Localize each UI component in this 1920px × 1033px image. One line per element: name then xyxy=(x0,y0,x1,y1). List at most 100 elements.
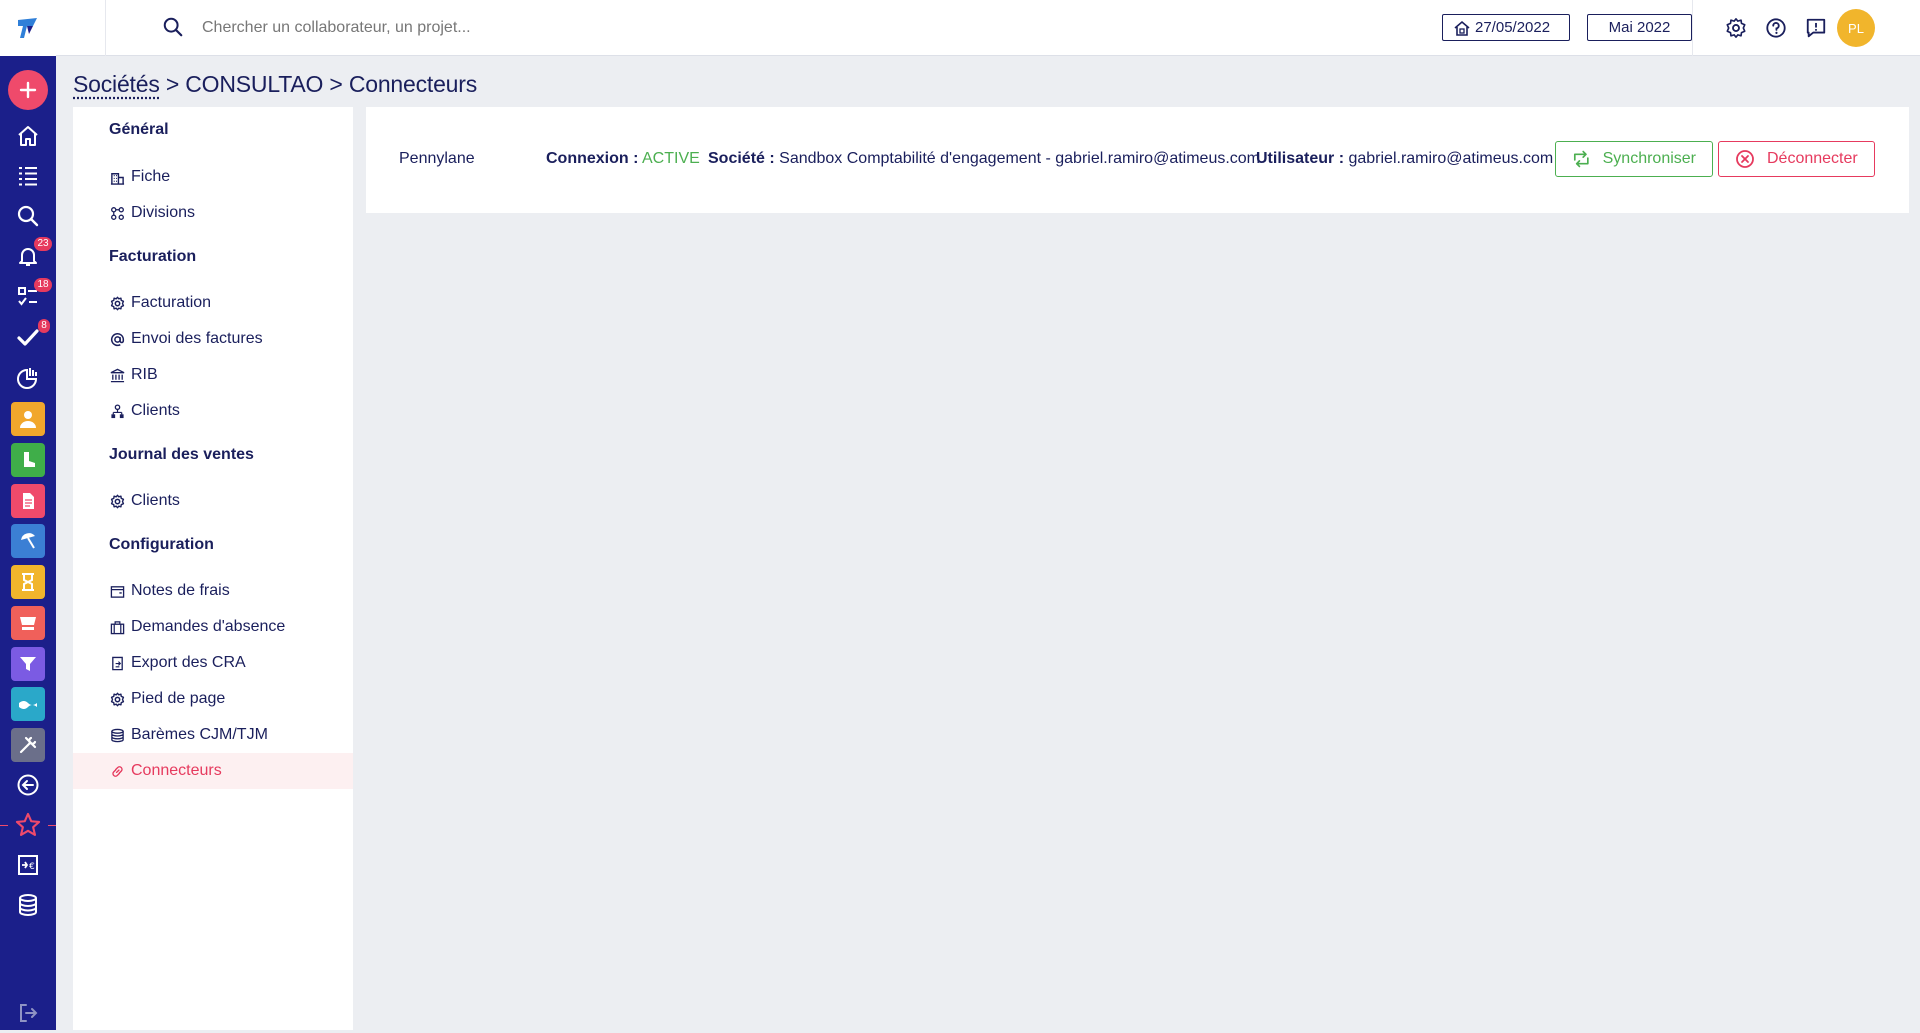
deals-nav[interactable] xyxy=(8,684,48,724)
boot-icon xyxy=(24,452,35,467)
nav-item-divisions[interactable]: Divisions xyxy=(73,195,353,231)
connector-name: Pennylane xyxy=(399,150,475,167)
documents-nav[interactable] xyxy=(8,481,48,521)
reports-nav[interactable] xyxy=(8,358,48,398)
gear-icon xyxy=(110,296,124,310)
avatar-initials: PL xyxy=(1848,20,1864,36)
societe-value: Sandbox Comptabilité d'engagement - gabr… xyxy=(779,150,1261,167)
handshake-icon xyxy=(19,701,37,709)
wallet-icon xyxy=(110,585,124,598)
tools-nav[interactable] xyxy=(8,725,48,765)
nav-item-demandes-absence[interactable]: Demandes d'absence xyxy=(73,609,353,645)
date-value: 27/05/2022 xyxy=(1475,19,1551,36)
nav-item-notes-frais[interactable]: Notes de frais xyxy=(73,573,353,609)
nav-section-general: Général xyxy=(109,121,169,138)
euro-transfer-icon: € xyxy=(18,855,38,875)
connector-panel: Pennylane Connexion : ACTIVE Société : S… xyxy=(366,107,1909,213)
list-nav[interactable] xyxy=(8,156,48,196)
settings-nav: Général Fiche Divisions Facturation Fact… xyxy=(73,107,353,1030)
bank-icon xyxy=(110,368,124,382)
nav-item-envoi-factures[interactable]: Envoi des factures xyxy=(73,321,353,357)
search-input[interactable] xyxy=(202,13,902,43)
validations-nav[interactable]: 8 xyxy=(8,318,50,358)
add-button[interactable] xyxy=(8,70,48,110)
month-value: Mai 2022 xyxy=(1608,19,1671,36)
breadcrumb-current: Connecteurs xyxy=(348,71,478,97)
purchases-nav[interactable] xyxy=(8,440,48,480)
database-nav[interactable] xyxy=(8,885,48,925)
nav-item-label: Notes de frais xyxy=(131,582,230,599)
left-rail: 23 18 8 € xyxy=(0,0,56,1030)
nav-item-label: Divisions xyxy=(131,204,196,221)
nav-item-pied-page[interactable]: Pied de page xyxy=(73,681,353,717)
disconnect-button[interactable]: Déconnecter xyxy=(1718,141,1875,177)
nav-item-label: Fiche xyxy=(131,168,171,185)
leave-nav[interactable] xyxy=(8,521,48,561)
connexion-status: ACTIVE xyxy=(642,150,700,167)
notifications-nav[interactable]: 23 xyxy=(8,236,52,276)
timesheet-nav[interactable] xyxy=(8,562,48,602)
app-logo[interactable] xyxy=(0,0,56,56)
nav-item-clients[interactable]: Clients xyxy=(73,393,353,429)
nav-item-label: RIB xyxy=(131,366,158,383)
nav-item-label: Clients xyxy=(131,492,180,509)
home-icon xyxy=(18,126,38,146)
help-icon[interactable] xyxy=(1765,17,1787,39)
sync-button[interactable]: Synchroniser xyxy=(1555,141,1713,177)
calendar-home-icon xyxy=(1454,20,1470,36)
breadcrumb-company: CONSULTAO xyxy=(185,71,324,97)
pipeline-nav[interactable] xyxy=(8,644,48,684)
avatar[interactable]: PL xyxy=(1837,9,1875,47)
tools-icon xyxy=(19,736,37,754)
rail-divider-right xyxy=(48,825,56,826)
sync-icon xyxy=(1573,150,1589,168)
connector-row: Pennylane Connexion : ACTIVE Société : S… xyxy=(366,141,1909,177)
logout-nav[interactable] xyxy=(8,993,48,1033)
logout-icon xyxy=(20,1004,38,1022)
tasks-badge: 18 xyxy=(34,278,52,292)
people-nav[interactable] xyxy=(8,399,48,439)
svg-text:€: € xyxy=(29,862,35,872)
favorites-nav[interactable] xyxy=(8,805,48,845)
nav-item-label: Pied de page xyxy=(131,690,226,707)
document-icon xyxy=(23,493,34,509)
connexion-label: Connexion : xyxy=(546,150,639,167)
validations-badge: 8 xyxy=(38,319,50,333)
check-icon xyxy=(17,329,39,346)
suitcase-icon xyxy=(110,620,124,634)
nav-item-label: Connecteurs xyxy=(131,762,222,779)
month-picker[interactable]: Mai 2022 xyxy=(1587,14,1692,41)
feedback-icon[interactable] xyxy=(1805,17,1827,39)
date-picker[interactable]: 27/05/2022 xyxy=(1442,14,1570,41)
expenses-nav[interactable]: € xyxy=(8,845,48,885)
gear-icon xyxy=(110,692,124,706)
home-nav[interactable] xyxy=(8,116,48,156)
nav-item-rib[interactable]: RIB xyxy=(73,357,353,393)
nav-item-label: Demandes d'absence xyxy=(131,618,286,635)
nav-section-configuration: Configuration xyxy=(109,536,214,553)
back-nav[interactable] xyxy=(8,765,48,805)
header-divider xyxy=(1692,0,1693,56)
nav-section-journal: Journal des ventes xyxy=(109,446,254,463)
tasks-nav[interactable]: 18 xyxy=(8,277,52,317)
nav-item-facturation[interactable]: Facturation xyxy=(73,285,353,321)
notifications-badge: 23 xyxy=(34,237,52,251)
nav-item-fiche[interactable]: Fiche xyxy=(73,159,353,195)
breadcrumb-separator: > xyxy=(329,71,343,97)
nav-item-export-cra[interactable]: Export des CRA xyxy=(73,645,353,681)
nav-item-label: Facturation xyxy=(131,294,212,311)
star-icon xyxy=(15,812,41,836)
nav-item-label: Barèmes CJM/TJM xyxy=(131,726,268,743)
nav-item-connecteurs[interactable]: Connecteurs xyxy=(73,753,353,789)
nav-item-label: Envoi des factures xyxy=(131,330,263,347)
shop-nav[interactable] xyxy=(8,603,48,643)
database-icon xyxy=(110,728,124,742)
utilisateur-field: Utilisateur : gabriel.ramiro@atimeus.com xyxy=(1256,150,1553,168)
search-nav[interactable] xyxy=(8,196,48,236)
nav-section-facturation: Facturation xyxy=(109,248,197,265)
nav-item-baremes[interactable]: Barèmes CJM/TJM xyxy=(73,717,353,753)
breadcrumb-societes[interactable]: Sociétés xyxy=(73,71,160,97)
gear-icon[interactable] xyxy=(1725,17,1747,39)
nav-item-journal-clients[interactable]: Clients xyxy=(73,483,353,519)
plus-icon xyxy=(19,81,37,99)
